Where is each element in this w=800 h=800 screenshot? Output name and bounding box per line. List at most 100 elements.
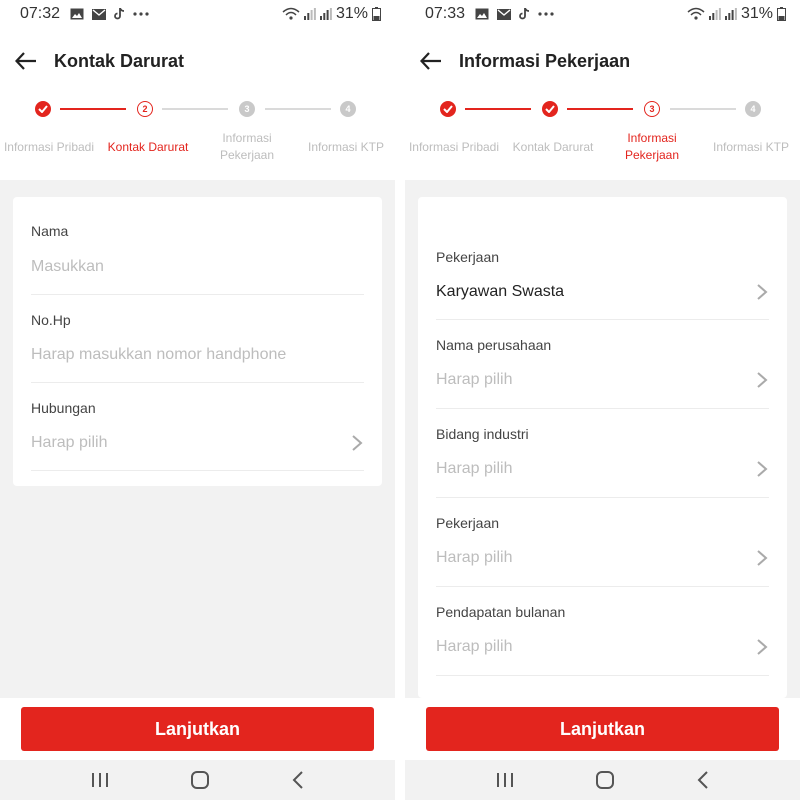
check-icon xyxy=(545,105,555,113)
recent-apps-button[interactable] xyxy=(91,772,109,788)
field-label: Nama xyxy=(31,223,69,239)
bottom-action-bar: Lanjutkan xyxy=(405,698,800,760)
progress-stepper: 3 4 Informasi Pribadi Kontak Darurat Inf… xyxy=(405,94,800,180)
app-bar: Kontak Darurat xyxy=(0,28,395,94)
relationship-field[interactable]: Hubungan Harap pilih xyxy=(31,383,364,471)
gallery-icon xyxy=(475,8,489,20)
home-button[interactable] xyxy=(595,770,615,790)
screen-informasi-pekerjaan: 07:33 31% Informasi Pekerjaan 3 4 Inform… xyxy=(405,0,800,800)
chevron-right-icon xyxy=(757,372,768,388)
form-card: Pekerjaan Karyawan Swasta Nama perusahaa… xyxy=(418,197,787,698)
monthly-income-select[interactable]: Harap pilih xyxy=(436,638,512,656)
page-title: Kontak Darurat xyxy=(54,50,185,71)
company-name-field[interactable]: Nama perusahaan Harap pilih xyxy=(436,320,769,409)
job-select[interactable]: Harap pilih xyxy=(436,549,512,567)
arrow-left-icon xyxy=(15,52,36,70)
arrow-left-icon xyxy=(420,52,441,70)
signal-icon xyxy=(708,8,721,20)
system-nav-bar xyxy=(0,760,395,800)
recent-apps-icon xyxy=(496,773,513,787)
check-icon xyxy=(38,105,48,113)
chevron-right-icon xyxy=(352,435,363,451)
back-nav-icon xyxy=(697,771,708,789)
battery-icon xyxy=(777,7,786,21)
mail-icon xyxy=(497,8,512,20)
signal-icon xyxy=(303,8,316,20)
chevron-right-icon xyxy=(757,639,768,655)
step-4-dot: 4 xyxy=(340,101,356,117)
chevron-right-icon xyxy=(757,461,768,477)
field-label: Hubungan xyxy=(31,400,96,416)
step-3-dot: 3 xyxy=(239,101,255,117)
status-time: 07:32 xyxy=(20,5,61,22)
step-3-label: Informasi Pekerjaan xyxy=(219,131,275,162)
battery-icon xyxy=(372,7,381,21)
occupation-select[interactable]: Karyawan Swasta xyxy=(436,283,564,301)
continue-button[interactable]: Lanjutkan xyxy=(21,707,374,751)
mail-icon xyxy=(92,8,107,20)
chevron-right-icon xyxy=(757,284,768,300)
page-title: Informasi Pekerjaan xyxy=(459,50,631,71)
recent-apps-icon xyxy=(91,773,108,787)
more-icon xyxy=(538,12,554,16)
system-back-button[interactable] xyxy=(697,771,709,789)
field-label: Pekerjaan xyxy=(436,249,500,265)
occupation-field[interactable]: Pekerjaan Karyawan Swasta xyxy=(436,233,769,320)
home-icon xyxy=(596,771,615,789)
step-2-check xyxy=(542,101,558,117)
field-label: Pekerjaan xyxy=(436,515,500,531)
phone-field[interactable]: No.Hp Harap masukkan nomor handphone xyxy=(31,295,364,383)
progress-stepper: 2 3 4 Informasi Pribadi Kontak Darurat I… xyxy=(0,94,395,180)
step-2-label: Kontak Darurat xyxy=(107,140,189,154)
step-3-dot: 3 xyxy=(644,101,660,117)
step-1-check xyxy=(35,101,51,117)
recent-apps-button[interactable] xyxy=(496,772,514,788)
name-field[interactable]: Nama Masukkan xyxy=(31,197,364,295)
job-field[interactable]: Pekerjaan Harap pilih xyxy=(436,498,769,587)
back-button[interactable] xyxy=(14,49,38,73)
field-label: Bidang industri xyxy=(436,426,529,442)
status-bar: 07:33 31% xyxy=(405,0,800,28)
step-1-check xyxy=(440,101,456,117)
form-card: Nama Masukkan No.Hp Harap masukkan nomor… xyxy=(13,197,382,486)
app-bar: Informasi Pekerjaan xyxy=(405,28,800,94)
tiktok-icon xyxy=(519,8,530,20)
tiktok-icon xyxy=(114,8,125,20)
status-time: 07:33 xyxy=(425,5,466,22)
status-bar: 07:32 31% xyxy=(0,0,395,28)
gallery-icon xyxy=(70,8,84,20)
signal-icon xyxy=(319,8,332,20)
home-icon xyxy=(191,771,210,789)
system-nav-bar xyxy=(405,760,800,800)
relationship-select[interactable]: Harap pilih xyxy=(31,434,107,452)
check-icon xyxy=(443,105,453,113)
name-input[interactable]: Masukkan xyxy=(31,258,104,276)
home-button[interactable] xyxy=(190,770,210,790)
battery-percent: 31% xyxy=(335,5,368,22)
step-1-label: Informasi Pribadi xyxy=(408,140,500,154)
field-label: Nama perusahaan xyxy=(436,337,552,353)
continue-button[interactable]: Lanjutkan xyxy=(426,707,779,751)
bottom-action-bar: Lanjutkan xyxy=(0,698,395,760)
monthly-income-field[interactable]: Pendapatan bulanan Harap pilih xyxy=(436,587,769,676)
company-name-select[interactable]: Harap pilih xyxy=(436,371,512,389)
more-icon xyxy=(133,12,149,16)
battery-percent: 31% xyxy=(740,5,773,22)
system-back-button[interactable] xyxy=(292,771,304,789)
step-1-label: Informasi Pribadi xyxy=(3,140,95,154)
step-2-label: Kontak Darurat xyxy=(512,140,594,154)
step-4-label: Informasi KTP xyxy=(712,140,790,154)
industry-field[interactable]: Bidang industri Harap pilih xyxy=(436,409,769,498)
back-nav-icon xyxy=(292,771,303,789)
back-button[interactable] xyxy=(419,49,443,73)
step-4-dot: 4 xyxy=(745,101,761,117)
industry-select[interactable]: Harap pilih xyxy=(436,460,512,478)
step-4-label: Informasi KTP xyxy=(307,140,385,154)
phone-input[interactable]: Harap masukkan nomor handphone xyxy=(31,346,286,364)
wifi-icon xyxy=(687,7,705,20)
signal-icon xyxy=(724,8,737,20)
field-label: Pendapatan bulanan xyxy=(436,604,566,620)
step-2-dot: 2 xyxy=(137,101,153,117)
step-3-label: Informasi Pekerjaan xyxy=(624,131,680,162)
wifi-icon xyxy=(282,7,300,20)
